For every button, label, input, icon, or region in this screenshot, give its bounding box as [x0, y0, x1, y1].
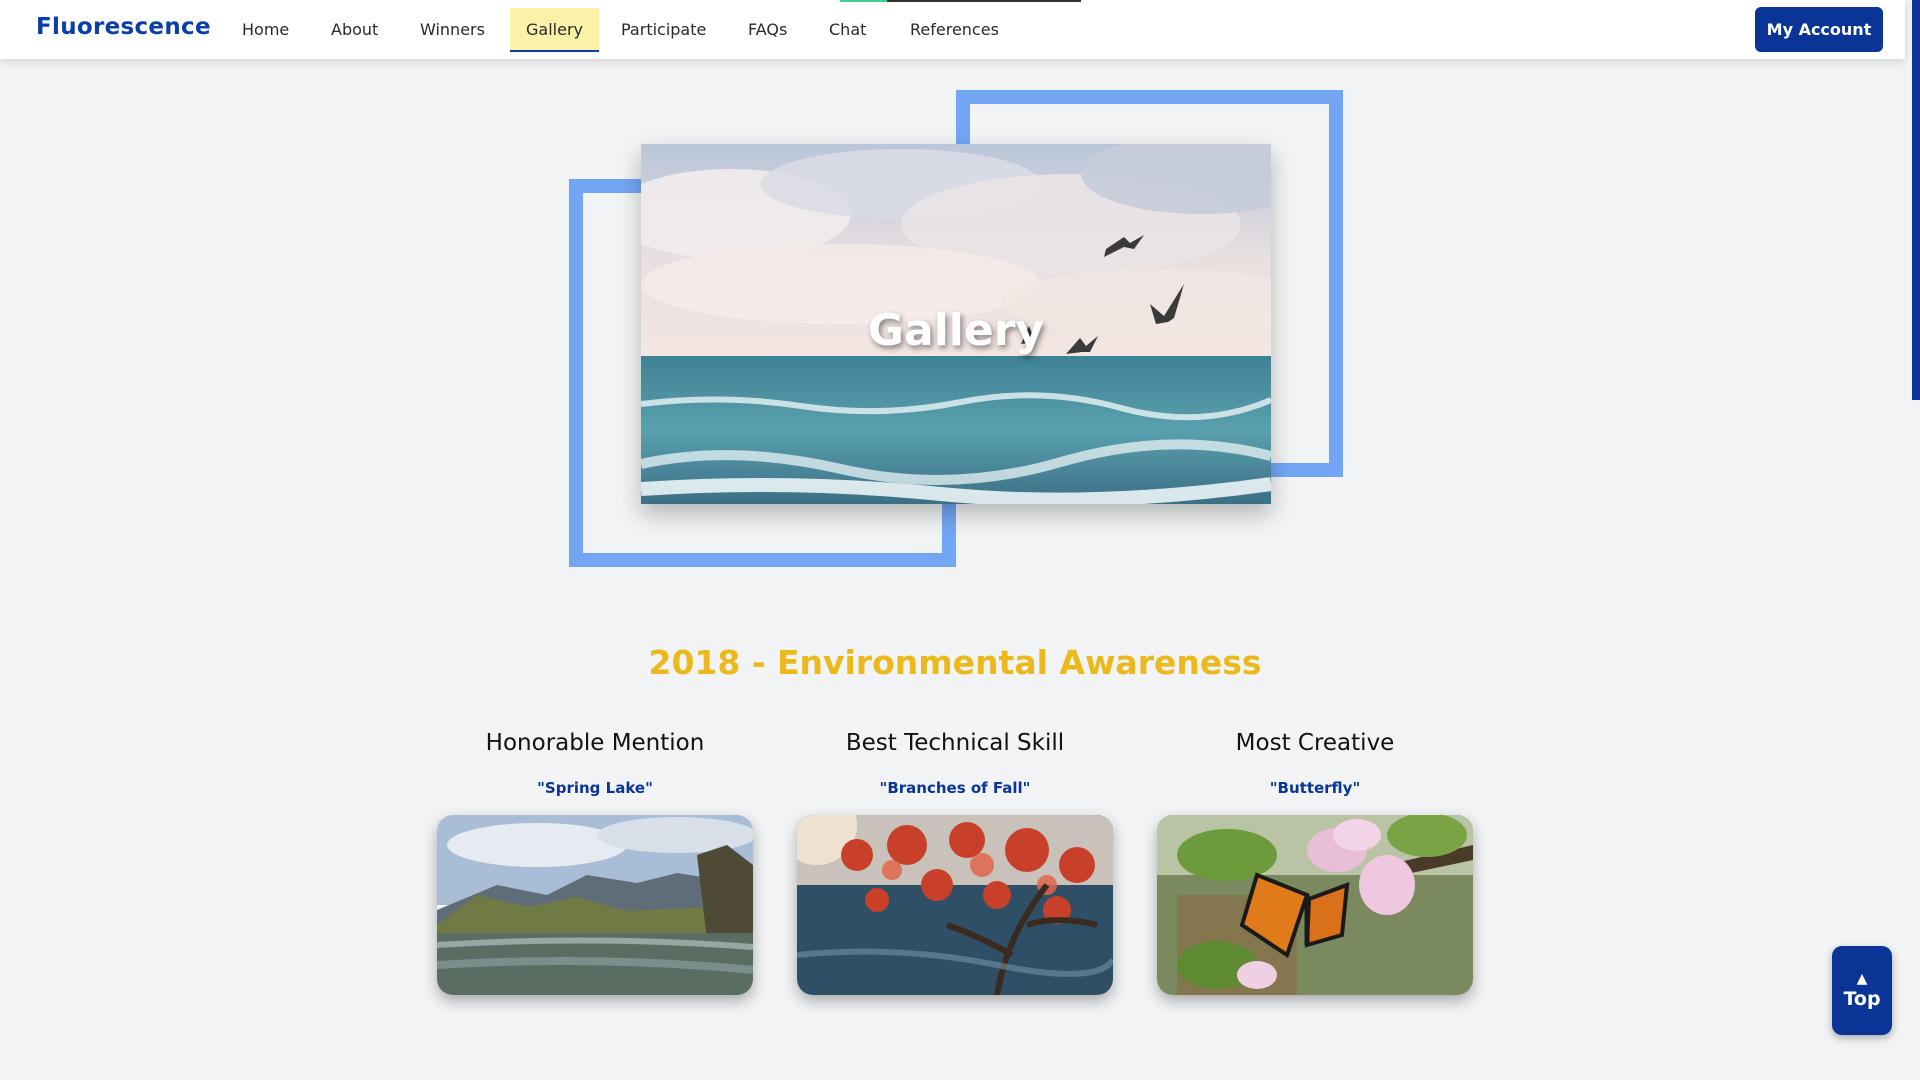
award-photo-spring-lake[interactable]: [437, 815, 753, 995]
nav-item-faqs[interactable]: FAQs: [732, 8, 803, 52]
back-to-top-button[interactable]: ▲ Top: [1832, 946, 1892, 1035]
hero-title: Gallery: [867, 305, 1045, 356]
scroll-track[interactable]: [1905, 0, 1920, 1080]
back-to-top-label: Top: [1843, 988, 1881, 1010]
award-photo-butterfly[interactable]: [1157, 815, 1473, 995]
nav-item-home[interactable]: Home: [226, 8, 305, 52]
my-account-button[interactable]: My Account: [1755, 7, 1883, 52]
award-card-best-technical-skill: Best Technical Skill "Branches of Fall": [797, 727, 1113, 995]
top-navbar: Fluorescence Home About Winners Gallery …: [0, 0, 1905, 59]
award-category: Best Technical Skill: [845, 730, 1065, 756]
award-photo-branches-of-fall[interactable]: [797, 815, 1113, 995]
nav-item-references[interactable]: References: [894, 8, 1015, 52]
award-caption: "Branches of Fall": [879, 779, 1031, 797]
nav-item-participate[interactable]: Participate: [605, 8, 722, 52]
award-card-most-creative: Most Creative "Butterfly": [1157, 727, 1473, 995]
nav-hover-underline: [887, 0, 1081, 2]
award-card-honorable-mention: Honorable Mention "Spring Lake": [437, 727, 753, 995]
nav-item-winners[interactable]: Winners: [404, 8, 501, 52]
award-caption: "Butterfly": [1269, 779, 1361, 797]
spring-lake-image: [437, 815, 753, 995]
nav-item-chat[interactable]: Chat: [813, 8, 882, 52]
hero-image: Gallery: [641, 144, 1271, 504]
nav-item-about[interactable]: About: [315, 8, 394, 52]
chevron-up-icon: ▲: [1856, 971, 1868, 987]
nav-hover-indicator: [840, 0, 887, 2]
butterfly-image: [1157, 815, 1473, 995]
award-category: Honorable Mention: [485, 730, 705, 756]
branches-of-fall-image: [797, 815, 1113, 995]
award-category: Most Creative: [1235, 730, 1395, 756]
scrollbar-thumb[interactable]: [1912, 0, 1920, 400]
nav-item-gallery[interactable]: Gallery: [510, 8, 599, 52]
section-heading: 2018 - Environmental Awareness: [648, 643, 1262, 682]
award-caption: "Spring Lake": [537, 779, 653, 797]
brand-logo[interactable]: Fluorescence: [36, 14, 211, 40]
